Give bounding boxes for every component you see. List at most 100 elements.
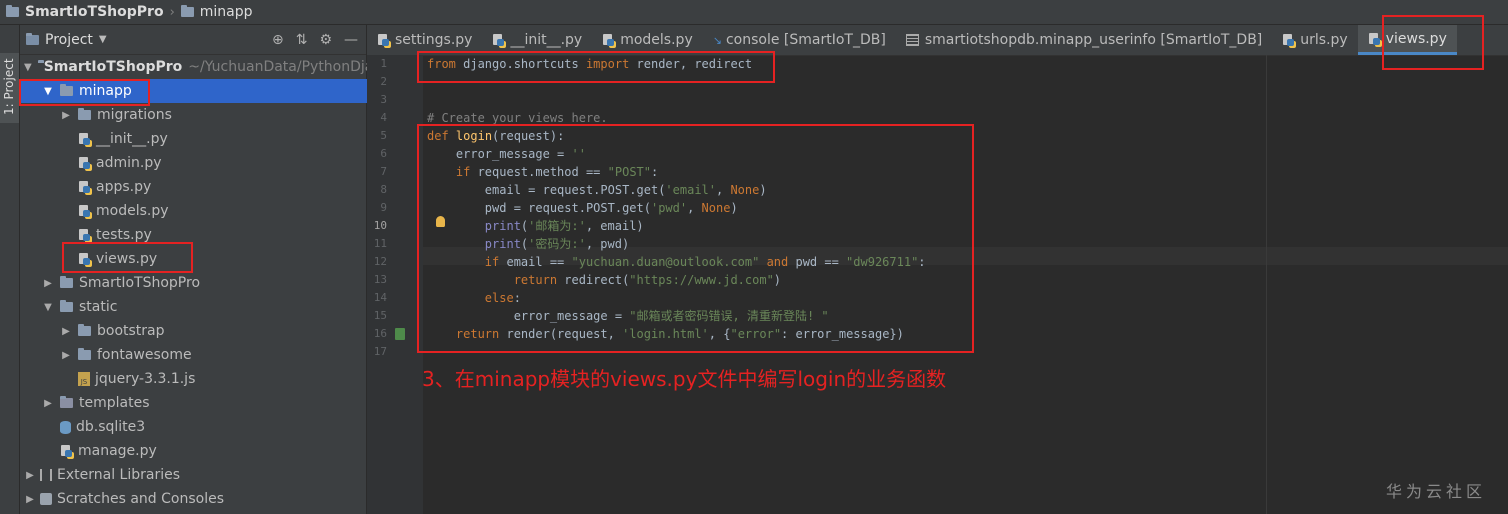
python-file-icon — [60, 444, 73, 458]
project-panel-header: Project ▼ ⊕ ⇅ ⚙ — — [20, 25, 366, 55]
tree-item-label: External Libraries — [57, 467, 180, 483]
line-number: 8 — [380, 183, 387, 196]
line-number: 3 — [380, 93, 387, 106]
tree-item-label: tests.py — [96, 227, 152, 243]
line-number: 17 — [373, 345, 387, 358]
locate-icon[interactable]: ⊕ — [272, 32, 284, 48]
line-number: 7 — [380, 165, 387, 178]
tree-item-label: fontawesome — [97, 347, 192, 363]
folder-icon — [180, 5, 194, 17]
folder-icon — [78, 348, 91, 360]
line-number: 12 — [373, 255, 387, 268]
tree-item-models[interactable]: models.py — [20, 199, 424, 223]
line-number: 5 — [380, 129, 387, 142]
line-number: 15 — [373, 309, 387, 322]
right-margin-guide — [1266, 55, 1267, 514]
table-icon — [905, 34, 919, 46]
tab-userinfo-table[interactable]: smartiotshopdb.minapp_userinfo [SmartIoT… — [896, 25, 1272, 55]
tree-item-init[interactable]: __init__.py — [20, 127, 424, 151]
tree-item-path: ~/YuchuanData/PythonDjan — [188, 59, 383, 75]
tree-item-jquery[interactable]: JS jquery-3.3.1.js — [20, 367, 424, 391]
expand-arrow-icon[interactable]: ▼ — [24, 62, 32, 73]
tree-item-scratches[interactable]: ▶ Scratches and Consoles — [20, 487, 370, 511]
line-number: 14 — [373, 291, 387, 304]
line-number: 9 — [380, 201, 387, 214]
watermark: 华为云社区 — [1386, 482, 1487, 501]
line-number: 1 — [380, 57, 387, 70]
collapse-icon[interactable]: ⇅ — [296, 32, 308, 48]
line-number: 2 — [380, 75, 387, 88]
highlight-box-views-tab — [1382, 15, 1484, 70]
python-file-icon — [492, 33, 505, 47]
tree-item-label: templates — [79, 395, 150, 411]
breadcrumb: SmartIoTShopPro › minapp — [0, 4, 253, 20]
python-file-icon — [78, 204, 91, 218]
collapse-arrow-icon[interactable]: ▶ — [60, 326, 72, 337]
tree-item-db[interactable]: db.sqlite3 — [20, 415, 406, 439]
tree-item-external-libraries[interactable]: ▶ External Libraries — [20, 463, 370, 487]
tree-item-label: manage.py — [78, 443, 157, 459]
tab-label: console [SmartIoT_DB] — [725, 32, 886, 48]
tree-item-smartiotshoppro[interactable]: ▶ SmartIoTShopPro — [20, 271, 388, 295]
tree-item-label: static — [79, 299, 118, 315]
breadcrumb-folder[interactable]: minapp — [200, 4, 253, 20]
collapse-arrow-icon[interactable]: ▶ — [60, 110, 72, 121]
python-file-icon — [1282, 33, 1295, 47]
tree-item-label: __init__.py — [96, 131, 168, 147]
tree-item-static[interactable]: ▼ static — [20, 295, 388, 319]
tree-item-templates[interactable]: ▶ templates — [20, 391, 388, 415]
folder-icon — [60, 396, 73, 408]
chevron-down-icon[interactable]: ▼ — [99, 34, 107, 45]
python-file-icon — [602, 33, 615, 47]
navigation-bar: SmartIoTShopPro › minapp — [0, 0, 1508, 25]
python-file-icon — [1368, 32, 1381, 46]
tree-item-bootstrap[interactable]: ▶ bootstrap — [20, 319, 406, 343]
folder-icon — [60, 300, 73, 312]
tree-item-admin[interactable]: admin.py — [20, 151, 424, 175]
tree-item-label: jquery-3.3.1.js — [95, 371, 196, 387]
tree-item-label: apps.py — [96, 179, 152, 195]
line-number: 6 — [380, 147, 387, 160]
highlight-box-minapp — [19, 79, 150, 106]
project-panel-title[interactable]: Project — [45, 32, 93, 48]
line-number: 13 — [373, 273, 387, 286]
tree-item-label: SmartIoTShopPro — [43, 59, 183, 75]
folder-icon — [26, 32, 39, 45]
chevron-right-icon: › — [169, 4, 175, 20]
minimize-icon[interactable]: — — [344, 32, 358, 48]
tree-item-root[interactable]: ▼ SmartIoTShopPro ~/YuchuanData/PythonDj… — [20, 55, 382, 79]
tree-item-manage[interactable]: manage.py — [20, 439, 406, 463]
highlight-box-login-function — [417, 124, 974, 353]
tab-label: urls.py — [1300, 32, 1348, 48]
highlight-box-import-line — [417, 51, 775, 83]
collapse-arrow-icon[interactable]: ▶ — [42, 398, 54, 409]
collapse-arrow-icon[interactable]: ▶ — [42, 278, 54, 289]
folder-icon — [78, 324, 91, 336]
tree-item-fontawesome[interactable]: ▶ fontawesome — [20, 343, 406, 367]
tab-label: settings.py — [395, 32, 473, 48]
collapse-arrow-icon[interactable]: ▶ — [24, 470, 36, 481]
python-file-icon — [377, 33, 390, 47]
breadcrumb-project[interactable]: SmartIoTShopPro — [25, 4, 164, 20]
tree-item-label: SmartIoTShopPro — [79, 275, 201, 291]
line-number: 10 — [373, 219, 387, 232]
tree-item-apps[interactable]: apps.py — [20, 175, 424, 199]
javascript-file-icon: JS — [78, 372, 90, 386]
gear-icon[interactable]: ⚙ — [319, 32, 332, 48]
highlight-box-views-file — [62, 242, 193, 273]
collapse-arrow-icon[interactable]: ▶ — [60, 350, 72, 361]
project-tool-tab-label[interactable]: 1: Project — [2, 58, 16, 115]
tree-item-label: migrations — [97, 107, 172, 123]
tab-urls[interactable]: urls.py — [1272, 25, 1357, 55]
tree-item-label: Scratches and Consoles — [57, 491, 224, 507]
library-icon — [40, 469, 52, 481]
folder-icon — [78, 108, 91, 120]
tree-item-migrations[interactable]: ▶ migrations — [20, 103, 406, 127]
line-number-gutter: 1 2 3 4 5 6 7 8 9 10 11 12 13 14 15 16 1… — [367, 55, 423, 514]
python-file-icon — [78, 132, 91, 146]
tool-window-strip: 1: Project — [0, 25, 20, 514]
expand-arrow-icon[interactable]: ▼ — [42, 302, 54, 313]
folder-icon — [60, 276, 73, 288]
collapse-arrow-icon[interactable]: ▶ — [24, 494, 36, 505]
run-gutter-icon[interactable] — [395, 328, 405, 340]
